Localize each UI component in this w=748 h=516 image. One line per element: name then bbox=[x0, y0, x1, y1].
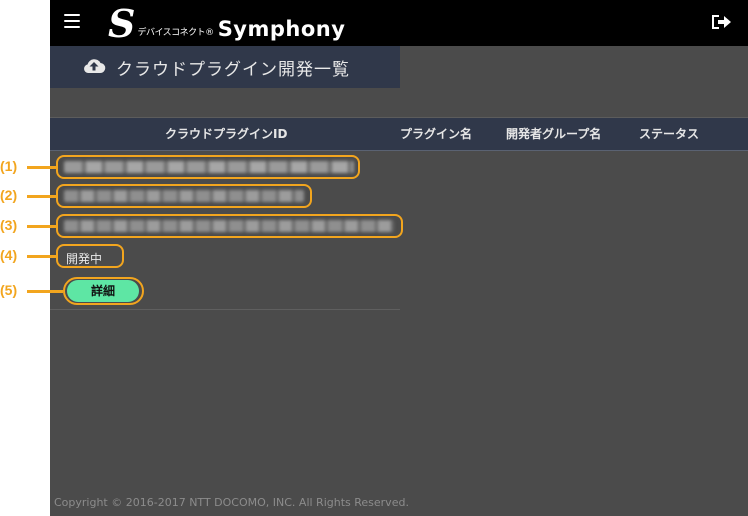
callout-box-2 bbox=[56, 184, 312, 208]
callout-connector-1 bbox=[27, 166, 56, 169]
callout-box-4 bbox=[56, 244, 124, 268]
callout-box-5 bbox=[63, 277, 144, 305]
copyright-footer: Copyright © 2016-2017 NTT DOCOMO, INC. A… bbox=[54, 496, 409, 509]
callout-label-4: (4) bbox=[0, 247, 18, 263]
logo-mark: S bbox=[108, 1, 136, 46]
callout-label-5: (5) bbox=[0, 282, 18, 298]
page-title: クラウドプラグイン開発一覧 bbox=[116, 59, 350, 80]
top-bar: S デバイスコネクト® Symphony bbox=[50, 0, 748, 46]
hamburger-menu-icon[interactable] bbox=[64, 14, 80, 30]
column-header-plugin-id[interactable]: クラウドプラグインID bbox=[165, 118, 287, 151]
app-logo[interactable]: S デバイスコネクト® Symphony bbox=[108, 2, 345, 44]
callout-connector-5 bbox=[27, 290, 63, 293]
callout-connector-4 bbox=[27, 255, 56, 258]
logo-name: Symphony bbox=[217, 17, 346, 41]
column-header-plugin-name[interactable]: プラグイン名 bbox=[400, 118, 472, 151]
app-window: S デバイスコネクト® Symphony クラウドプラグイン開発一覧 クラウドプ… bbox=[50, 0, 748, 516]
callout-connector-2 bbox=[27, 195, 56, 198]
row-divider bbox=[50, 309, 400, 310]
column-header-status[interactable]: ステータス bbox=[639, 118, 699, 151]
table-header: クラウドプラグインID プラグイン名 開発者グループ名 ステータス bbox=[50, 118, 748, 151]
callout-label-2: (2) bbox=[0, 187, 18, 203]
callout-connector-3 bbox=[27, 225, 56, 228]
column-header-developer-group[interactable]: 開発者グループ名 bbox=[506, 118, 601, 151]
logo-subtitle: デバイスコネクト® bbox=[137, 28, 214, 38]
callout-box-1 bbox=[56, 155, 360, 179]
logout-icon[interactable] bbox=[710, 12, 732, 32]
callout-label-3: (3) bbox=[0, 217, 18, 233]
page-title-bar: クラウドプラグイン開発一覧 bbox=[50, 46, 400, 88]
cloud-upload-icon bbox=[82, 56, 106, 78]
callout-box-3 bbox=[56, 214, 403, 238]
callout-label-1: (1) bbox=[0, 158, 18, 174]
